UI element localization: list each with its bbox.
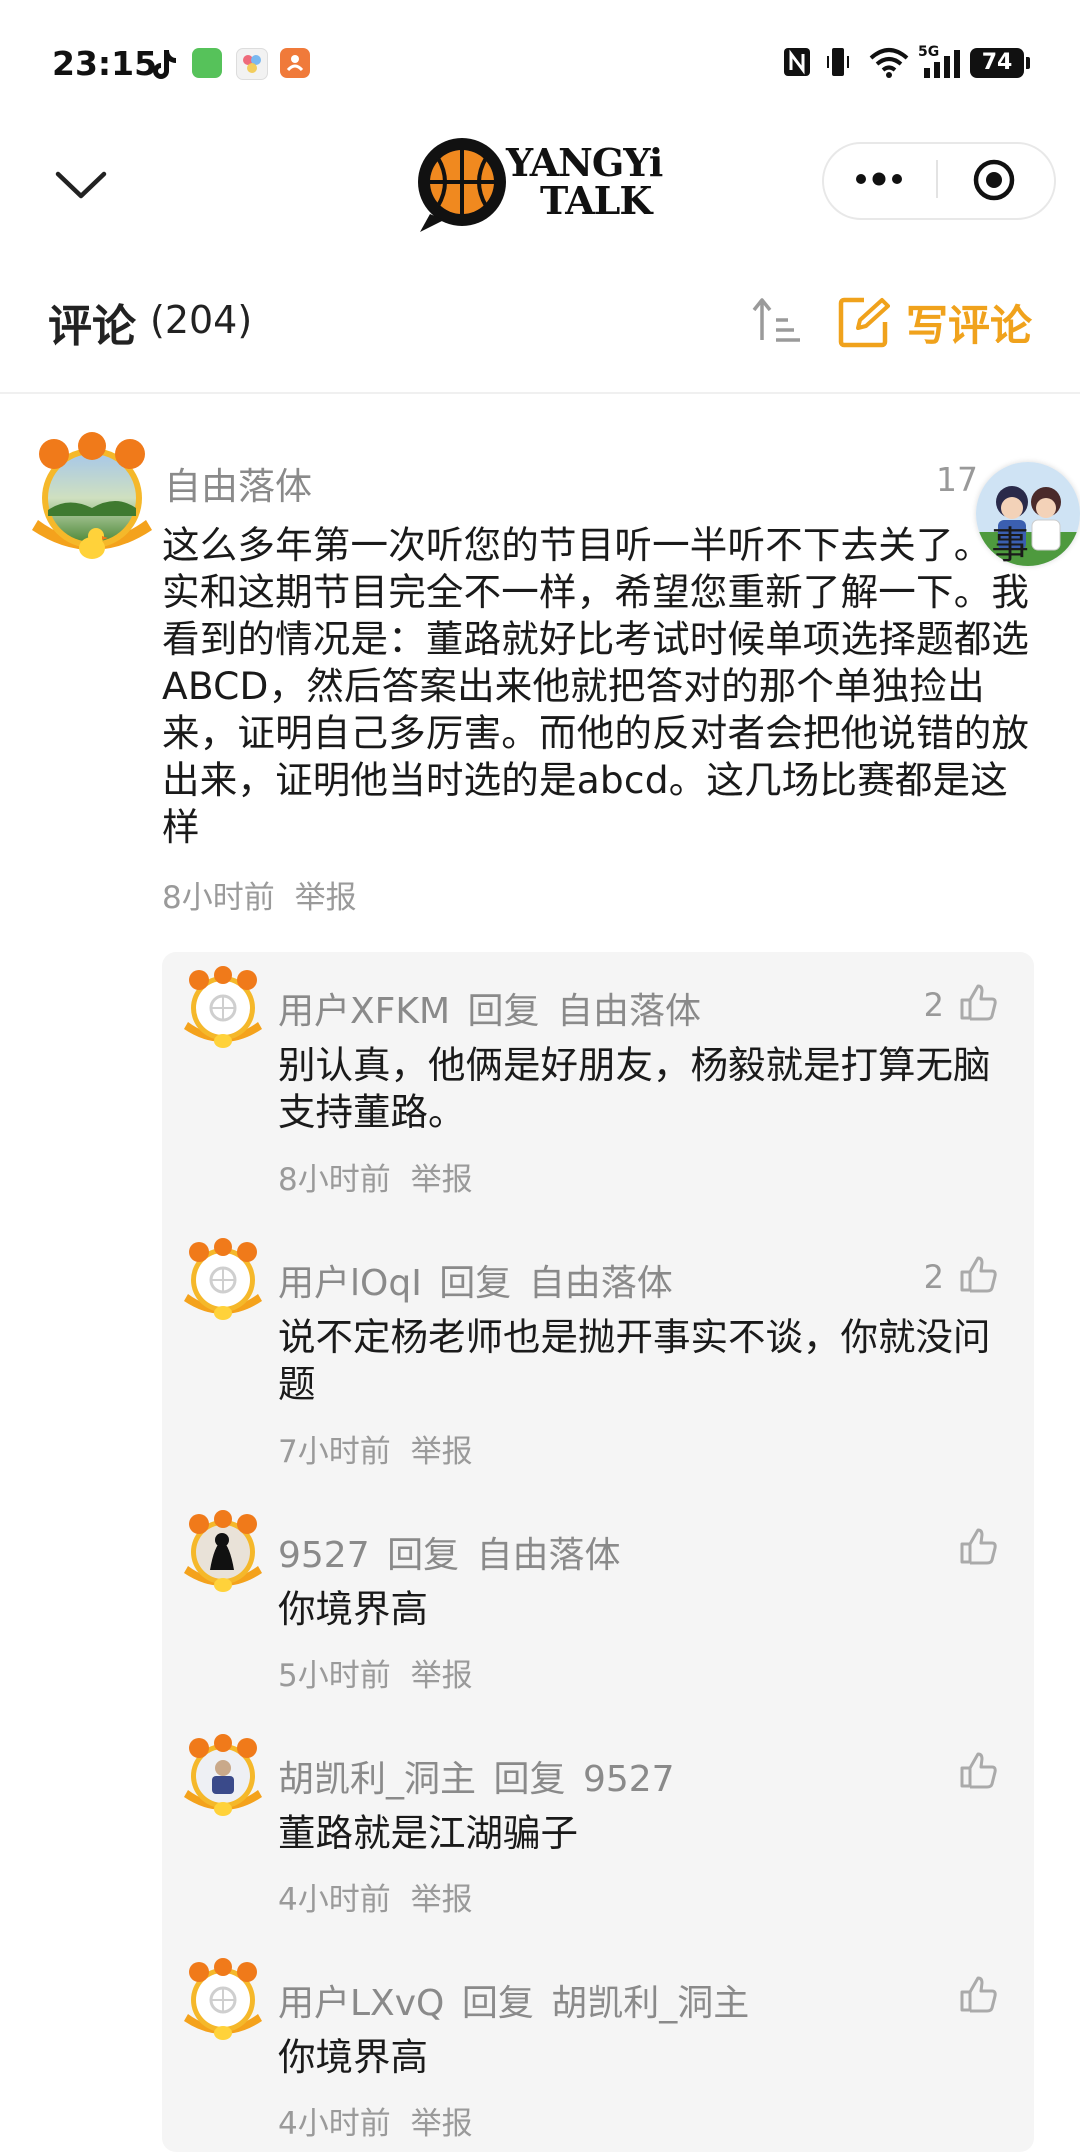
wifi-icon xyxy=(869,48,909,78)
reply-time: 8小时前 xyxy=(278,1162,391,1198)
comment-like-count: 17 xyxy=(936,460,978,499)
reply-text: 你境界高 xyxy=(278,1587,428,1631)
thumbs-up-icon[interactable] xyxy=(958,1526,998,1566)
chevron-down-icon[interactable] xyxy=(54,168,108,202)
reply-header: 用户lOqI 回复 自由落体 xyxy=(278,1254,673,1306)
messages-app-icon xyxy=(192,48,222,78)
reply-author[interactable]: 用户LXvQ xyxy=(278,1983,444,2024)
reply-time: 5小时前 xyxy=(278,1658,391,1694)
reply-meta: 7小时前 举报 xyxy=(278,1426,473,1471)
reply-text: 说不定杨老师也是抛开事实不谈，你就没问题 xyxy=(278,1315,991,1406)
report-link[interactable]: 举报 xyxy=(411,1162,473,1198)
comment-meta: 8小时前 举报 xyxy=(162,872,357,917)
report-link[interactable]: 举报 xyxy=(411,1434,473,1470)
comment-author[interactable]: 自由落体 xyxy=(164,456,312,510)
reply-time: 7小时前 xyxy=(278,1434,391,1470)
report-link[interactable]: 举报 xyxy=(411,1882,473,1918)
replies-container: 用户XFKM 回复 自由落体 2 别认真，他俩是好朋友，杨毅就是打算无脑支持董路… xyxy=(162,952,1034,2152)
reply-avatar[interactable] xyxy=(184,1958,262,2042)
reply-target[interactable]: 胡凯利_洞主 xyxy=(551,1983,749,2024)
reply-avatar[interactable] xyxy=(184,966,262,1050)
reply-time: 4小时前 xyxy=(278,1882,391,1918)
reply-header: 胡凯利_洞主 回复 9527 xyxy=(278,1750,675,1802)
reply-meta: 8小时前 举报 xyxy=(278,1154,473,1199)
reply-word: 回复 xyxy=(387,1535,460,1576)
sort-icon[interactable] xyxy=(752,296,802,344)
more-options-icon[interactable] xyxy=(852,166,906,192)
thumbs-up-icon[interactable] xyxy=(958,982,998,1022)
reply-like-count: 2 xyxy=(923,986,944,1024)
reply-target[interactable]: 自由落体 xyxy=(529,1263,673,1304)
report-link[interactable]: 举报 xyxy=(411,2106,473,2142)
reply-time: 4小时前 xyxy=(278,2106,391,2142)
status-bar: 23:15 5G 74 xyxy=(0,0,1080,120)
signal-icon xyxy=(924,50,960,78)
reply-author[interactable]: 用户lOqI xyxy=(278,1263,422,1304)
reply-text: 董路就是江湖骗子 xyxy=(278,1811,578,1855)
thumbs-up-icon[interactable] xyxy=(958,1254,998,1294)
status-time: 23:15 xyxy=(52,44,158,83)
thumbs-up-icon[interactable] xyxy=(958,1750,998,1790)
reply-header: 9527 回复 自由落体 xyxy=(278,1526,621,1578)
battery-indicator: 74 xyxy=(970,48,1030,78)
reply-author[interactable]: 用户XFKM xyxy=(278,991,450,1032)
reply-text: 别认真，他俩是好朋友，杨毅就是打算无脑支持董路。 xyxy=(278,1043,991,1134)
reply-avatar[interactable] xyxy=(184,1238,262,1322)
orange-app-icon xyxy=(280,48,310,78)
comment-text: 这么多年第一次听您的节目听一半听不下去关了。事实和这期节目完全不一样，希望您重新… xyxy=(162,523,1030,849)
logo-text-talk: TALK xyxy=(540,178,652,223)
report-link[interactable]: 举报 xyxy=(411,1658,473,1694)
close-mini-program-icon[interactable] xyxy=(972,158,1016,202)
reply-meta: 4小时前 举报 xyxy=(278,2098,473,2143)
reply-word: 回复 xyxy=(467,991,540,1032)
reply-word: 回复 xyxy=(493,1759,566,1800)
colorful-app-icon xyxy=(236,48,268,80)
reply-word: 回复 xyxy=(461,1983,534,2024)
reply-author[interactable]: 胡凯利_洞主 xyxy=(278,1759,476,1800)
reply-meta: 4小时前 举报 xyxy=(278,1874,473,1919)
nfc-icon xyxy=(784,48,810,76)
reply-target[interactable]: 自由落体 xyxy=(477,1535,621,1576)
reply-header: 用户XFKM 回复 自由落体 xyxy=(278,982,701,1034)
header-divider xyxy=(0,392,1080,394)
reply-target[interactable]: 9527 xyxy=(583,1759,675,1800)
comments-count: (204) xyxy=(150,298,253,342)
vibrate-icon xyxy=(827,48,849,76)
reply-avatar[interactable] xyxy=(184,1510,262,1594)
reply-text: 你境界高 xyxy=(278,2035,428,2079)
reply-avatar[interactable] xyxy=(184,1734,262,1818)
reply-word: 回复 xyxy=(439,1263,512,1304)
write-comment-icon[interactable] xyxy=(838,296,890,348)
comment-time: 8小时前 xyxy=(162,880,275,916)
report-link[interactable]: 举报 xyxy=(295,880,357,916)
reply-like-count: 2 xyxy=(923,1258,944,1296)
reply-target[interactable]: 自由落体 xyxy=(557,991,701,1032)
reply-meta: 5小时前 举报 xyxy=(278,1650,473,1695)
reply-header: 用户LXvQ 回复 胡凯利_洞主 xyxy=(278,1974,749,2026)
yangyi-talk-logo: YANGYi TALK xyxy=(410,134,672,234)
commenter-avatar[interactable] xyxy=(30,432,154,564)
tiktok-icon xyxy=(153,50,176,79)
reply-author[interactable]: 9527 xyxy=(278,1535,370,1576)
thumbs-up-icon[interactable] xyxy=(958,1974,998,2014)
comments-title: 评论 xyxy=(48,301,136,352)
write-comment-button[interactable]: 写评论 xyxy=(906,292,1032,353)
capsule-divider xyxy=(936,160,938,198)
